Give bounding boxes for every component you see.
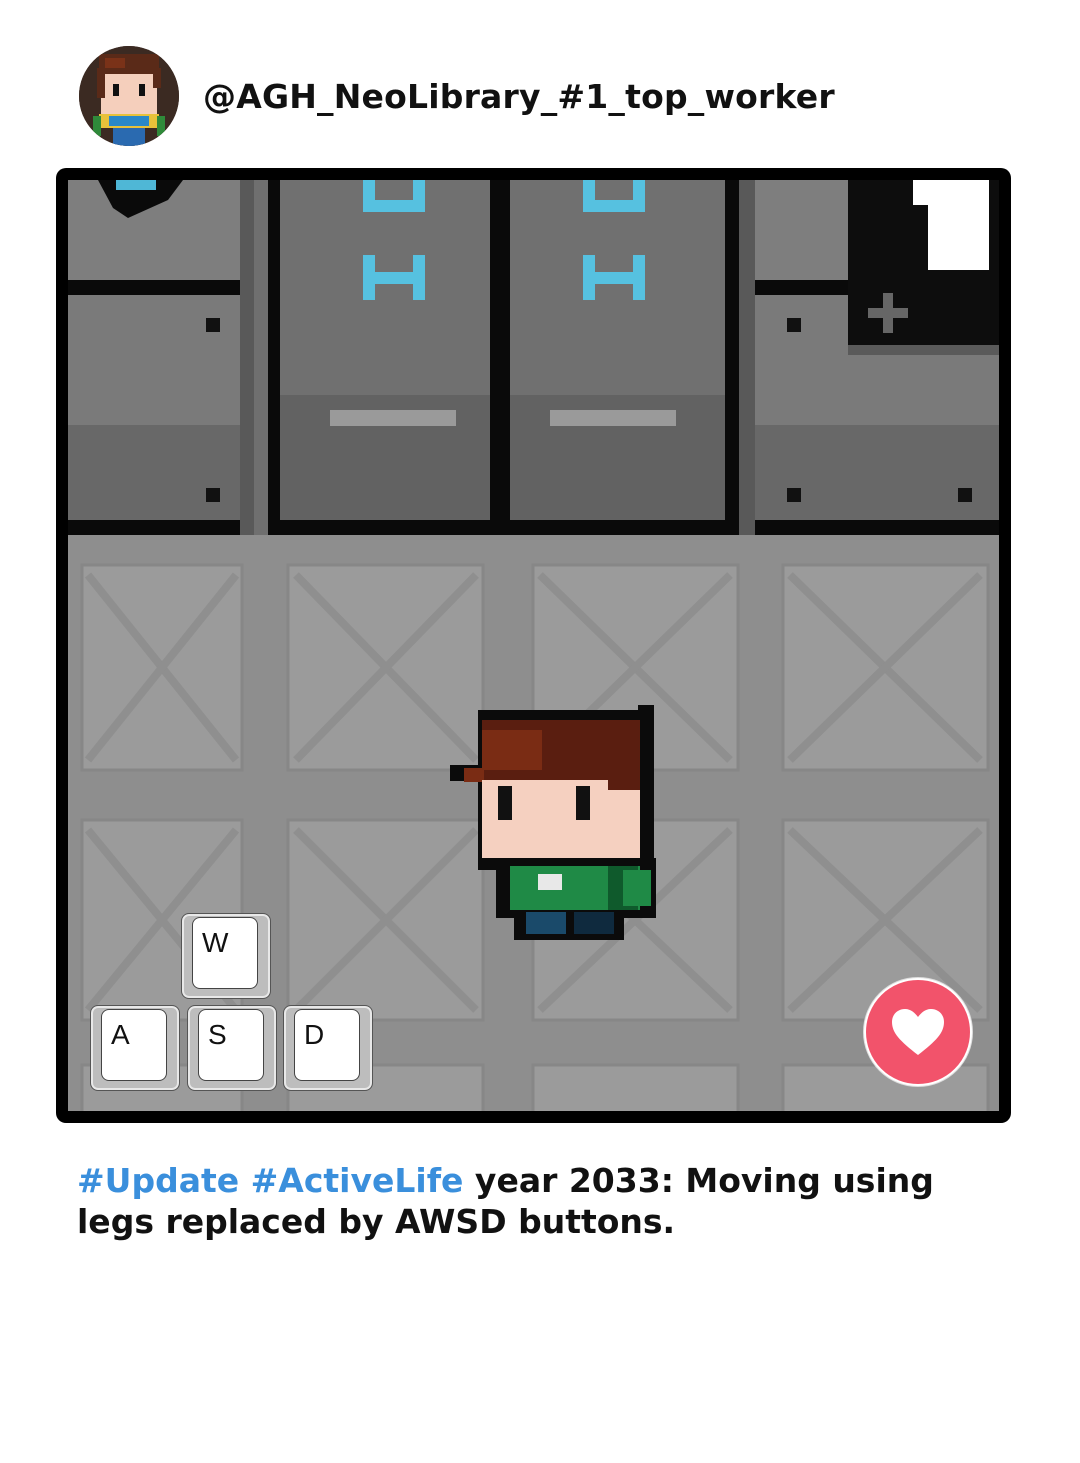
a-key-label: A: [111, 1019, 130, 1050]
d-key-label: D: [304, 1019, 325, 1050]
w-key-label: W: [202, 927, 229, 958]
w-key[interactable]: W: [181, 913, 271, 999]
hashtag-update[interactable]: #Update: [77, 1161, 239, 1200]
heart-icon: [892, 1009, 944, 1055]
d-key[interactable]: D: [283, 1005, 373, 1091]
a-key[interactable]: A: [90, 1005, 180, 1091]
pixel-character-avatar-icon: [79, 46, 179, 146]
s-key-label: S: [208, 1019, 227, 1050]
post-caption: #Update #ActiveLife year 2033: Moving us…: [77, 1160, 1007, 1242]
post-header: @AGH_NeoLibrary_#1_top_worker: [79, 46, 835, 146]
player-character: [450, 705, 656, 940]
like-button[interactable]: [864, 978, 972, 1086]
username[interactable]: @AGH_NeoLibrary_#1_top_worker: [203, 77, 835, 116]
avatar[interactable]: [79, 46, 179, 146]
hashtag-activelife[interactable]: #ActiveLife: [251, 1161, 464, 1200]
s-key[interactable]: S: [187, 1005, 277, 1091]
